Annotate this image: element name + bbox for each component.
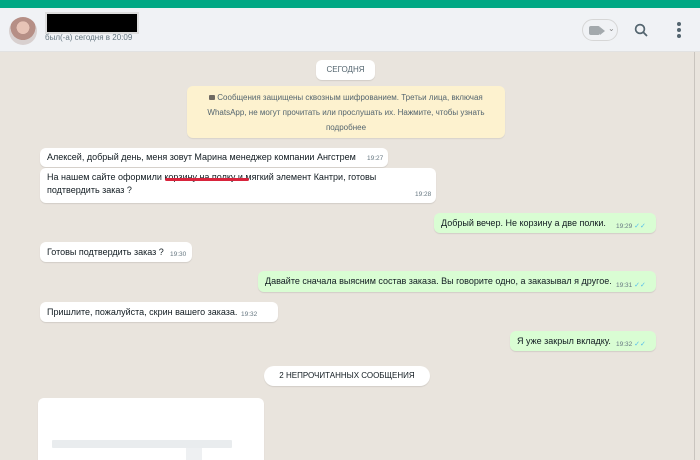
- message-bubble-outgoing[interactable]: Давайте сначала выясним состав заказа. В…: [258, 271, 656, 292]
- message-list: СЕГОДНЯ Сообщения защищены сквозным шифр…: [0, 52, 694, 460]
- app-accent-bar: [0, 0, 700, 8]
- message-bubble-incoming[interactable]: Готовы подтвердить заказ ? 19:30: [40, 242, 192, 262]
- message-bubble-outgoing[interactable]: Я уже закрыл вкладку. 19:32 ✓✓: [510, 331, 656, 351]
- contact-avatar[interactable]: [9, 17, 37, 45]
- chevron-down-icon: ⌄: [608, 24, 615, 33]
- read-receipt-icon: ✓✓: [634, 282, 646, 289]
- product-image-support: [186, 448, 202, 460]
- message-text: Алексей, добрый день, меня зовут Марина …: [47, 152, 356, 162]
- search-icon[interactable]: [634, 23, 648, 37]
- more-vertical-icon[interactable]: [676, 22, 682, 40]
- message-time: 19:29 ✓✓: [616, 223, 646, 230]
- product-image-shelf: [52, 440, 232, 448]
- message-time: 19:31 ✓✓: [616, 282, 646, 289]
- contact-name-redacted[interactable]: [45, 12, 139, 34]
- message-text: Я уже закрыл вкладку.: [517, 336, 611, 346]
- lock-icon: [209, 95, 216, 100]
- message-text-line-2: подтвердить заказ ?: [47, 185, 132, 195]
- message-time: 19:30: [170, 251, 187, 258]
- message-time: 19:28: [415, 191, 432, 198]
- message-bubble-incoming[interactable]: На нашем сайте оформили корзину на полку…: [40, 168, 436, 203]
- encryption-line-2: WhatsApp, не могут прочитать или прослуш…: [207, 108, 485, 117]
- image-message[interactable]: [38, 398, 264, 460]
- message-time: 19:27: [367, 155, 384, 162]
- read-receipt-icon: ✓✓: [634, 223, 646, 230]
- last-seen-status: был(-а) сегодня в 20:09: [45, 33, 133, 42]
- message-bubble-incoming[interactable]: Алексей, добрый день, меня зовут Марина …: [40, 148, 388, 167]
- encryption-line-3: подробнее: [325, 123, 367, 132]
- message-time: 19:32 ✓✓: [616, 341, 646, 348]
- message-text: Давайте сначала выясним состав заказа. В…: [265, 276, 612, 286]
- video-camera-icon: [589, 26, 605, 35]
- chat-scrollbar[interactable]: [694, 52, 695, 460]
- message-text: Добрый вечер. Не корзину а две полки.: [441, 218, 606, 228]
- annotation-underline: [165, 178, 249, 181]
- message-bubble-outgoing[interactable]: Добрый вечер. Не корзину а две полки. 19…: [434, 213, 656, 233]
- chat-header: был(-а) сегодня в 20:09 ⌄: [0, 8, 700, 52]
- message-text: Готовы подтвердить заказ ?: [47, 247, 164, 257]
- message-bubble-incoming[interactable]: Пришлите, пожалуйста, скрин вашего заказ…: [40, 302, 278, 322]
- message-time: 19:32: [241, 311, 258, 318]
- message-text: Пришлите, пожалуйста, скрин вашего заказ…: [47, 307, 238, 317]
- encryption-notice[interactable]: Сообщения защищены сквозным шифрованием.…: [187, 86, 505, 138]
- unread-messages-divider: 2 НЕПРОЧИТАННЫХ СООБЩЕНИЯ: [264, 366, 430, 386]
- date-divider: СЕГОДНЯ: [316, 60, 375, 80]
- video-call-button[interactable]: ⌄: [582, 19, 618, 41]
- read-receipt-icon: ✓✓: [634, 341, 646, 348]
- encryption-line-1: Сообщения защищены сквозным шифрованием.…: [217, 93, 483, 102]
